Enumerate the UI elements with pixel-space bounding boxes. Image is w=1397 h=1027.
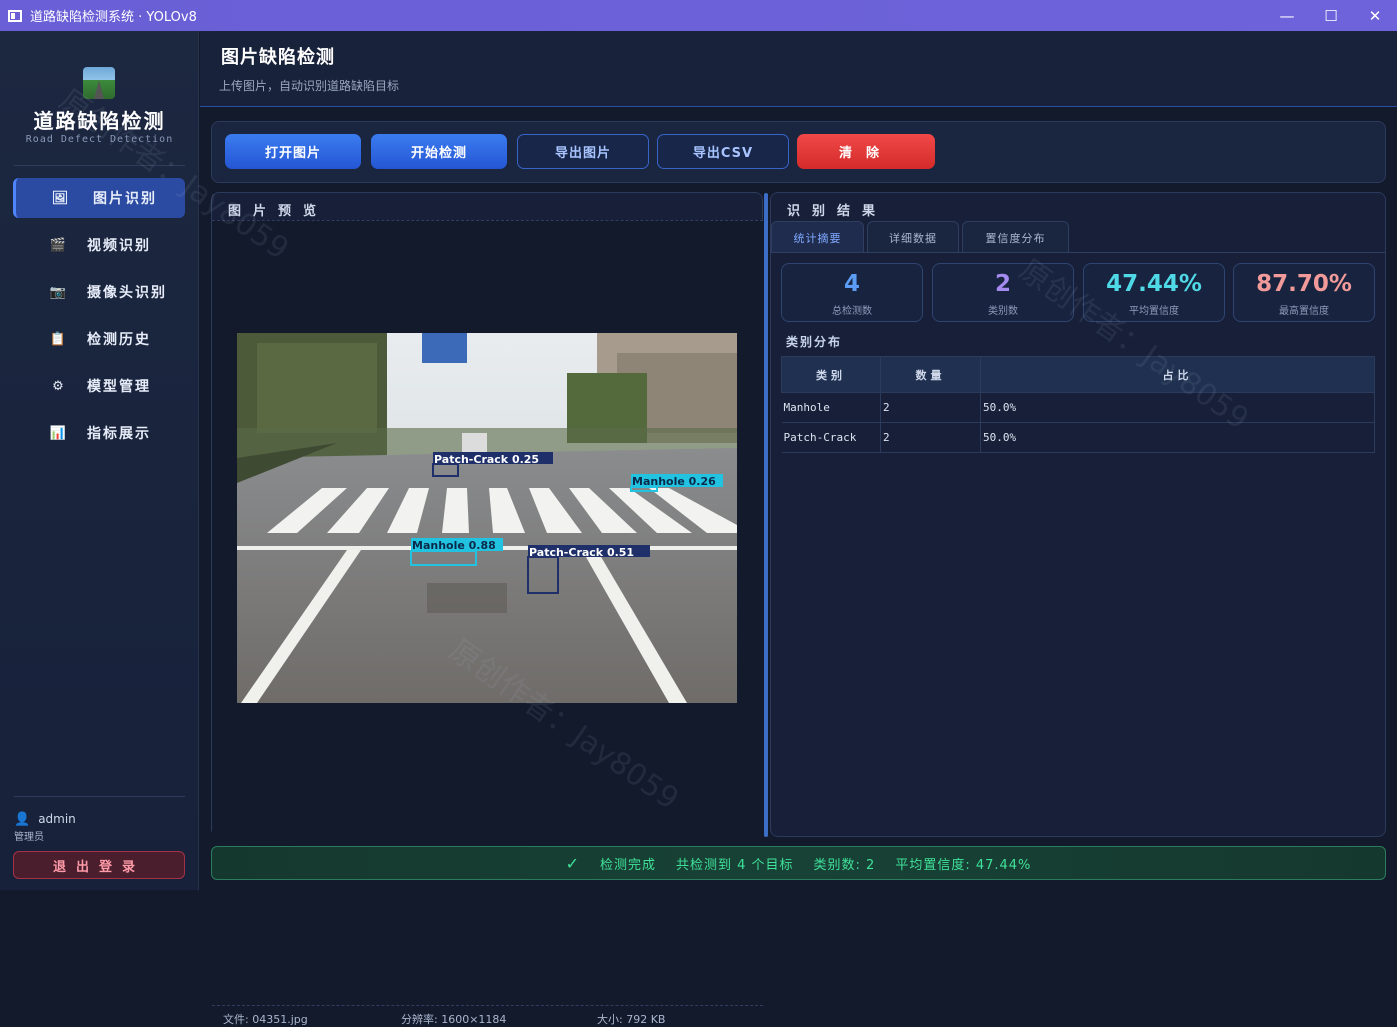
stat-card-total: 4 总检测数 [781,263,923,322]
page-subtitle: 上传图片，自动识别道路缺陷目标 [219,79,400,93]
sidebar-item-history[interactable]: 📋 检测历史 [13,319,185,359]
stat-label: 平均置信度 [1129,306,1179,317]
summary-tab-content: 4 总检测数 2 类别数 47.44% 平均置信度 87.70% 最高置信度 类… [771,252,1385,837]
sidebar-item-model-manage[interactable]: ⚙ 模型管理 [13,366,185,406]
user-role: 管理员 [14,832,44,843]
table-row[interactable]: Patch-Crack 2 50.0% [781,422,1375,453]
table-cell: Patch-Crack [781,422,881,453]
stat-value: 47.44% [1106,271,1202,297]
sidebar-item-label: 图片识别 [93,191,157,207]
results-panel: 识别结果 统计摘要 详细数据 置信度分布 4 总检测数 2 类别数 47.44%… [770,192,1386,837]
stat-label: 类别数 [988,306,1018,317]
app-icon [8,9,22,22]
table-cell: 50.0% [980,422,1375,453]
username: admin [38,812,76,826]
window-titlebar: 道路缺陷检测系统 · YOLOv8 — ☐ ✕ [0,0,1397,31]
sidebar: 道路缺陷检测 Road Defect Detection 🖼 图片识别 🎬 视频… [0,31,199,890]
results-title: 识别结果 [787,204,888,219]
tab-summary[interactable]: 统计摘要 [771,221,864,253]
stat-label: 最高置信度 [1279,306,1329,317]
table-cell: 2 [880,422,981,453]
panel-splitter[interactable] [764,193,768,837]
status-classes: 类别数: 2 [813,857,876,873]
table-cell: 2 [880,392,981,423]
sidebar-item-camera-detect[interactable]: 📷 摄像头识别 [13,272,185,312]
sidebar-item-label: 指标展示 [87,426,151,442]
detection-label: Patch-Crack 0.25 [434,453,539,466]
sidebar-item-label: 摄像头识别 [87,285,167,301]
preview-panel: 图片预览 Patch-Crack 0.25 Manhole 0.26 Manho… [211,192,763,1026]
close-button[interactable]: ✕ [1353,0,1397,31]
status-bar: ✓ 检测完成 共检测到 4 个目标 类别数: 2 平均置信度: 47.44% [211,846,1386,880]
window-title: 道路缺陷检测系统 · YOLOv8 [30,10,197,25]
open-image-button[interactable]: 打开图片 [225,134,361,169]
sidebar-item-video-detect[interactable]: 🎬 视频识别 [13,225,185,265]
file-resolution: 分辨率: 1600×1184 [401,1013,507,1026]
table-row[interactable]: Manhole 2 50.0% [781,392,1375,423]
detection-image[interactable]: Patch-Crack 0.25 Manhole 0.26 Manhole 0.… [237,333,737,703]
table-cell: Manhole [781,392,881,423]
tab-details[interactable]: 详细数据 [867,221,959,253]
minimize-button[interactable]: — [1265,0,1309,31]
sidebar-divider [14,796,185,797]
file-size: 大小: 792 KB [597,1013,666,1026]
status-total: 共检测到 4 个目标 [675,857,794,873]
clear-button[interactable]: 清除 [797,134,935,169]
status-done: 检测完成 [599,857,656,873]
preview-title: 图片预览 [228,204,329,219]
stat-card-classes: 2 类别数 [932,263,1074,322]
stat-card-avg-conf: 47.44% 平均置信度 [1083,263,1225,322]
sidebar-item-label: 检测历史 [87,332,151,348]
image-icon: 🖼 [51,190,71,206]
file-name: 文件: 04351.jpg [223,1013,308,1026]
sidebar-divider [14,165,185,166]
column-header: 类别 [781,356,881,393]
sidebar-item-metrics[interactable]: 📊 指标展示 [13,413,185,453]
sidebar-item-label: 视频识别 [87,238,151,254]
maximize-button[interactable]: ☐ [1309,0,1353,31]
detection-label: Patch-Crack 0.51 [529,546,634,559]
logout-button[interactable]: 退出登录 [13,851,185,879]
camera-icon: 📷 [49,284,69,300]
page-title: 图片缺陷检测 [221,47,335,68]
page-header: 图片缺陷检测 上传图片，自动识别道路缺陷目标 [200,31,1397,107]
stat-value: 4 [843,271,860,297]
start-detect-button[interactable]: 开始检测 [371,134,507,169]
export-image-button[interactable]: 导出图片 [517,134,649,169]
stat-value: 87.70% [1256,271,1352,297]
brand-subtitle: Road Defect Detection [25,134,174,145]
section-title: 类别分布 [786,335,843,349]
stat-value: 2 [994,271,1011,297]
sidebar-item-image-detect[interactable]: 🖼 图片识别 [13,178,185,218]
clipboard-icon: 📋 [49,331,69,347]
bar-chart-icon: 📊 [49,425,69,441]
gear-icon: ⚙ [52,378,66,394]
road-scene: Patch-Crack 0.25 Manhole 0.26 Manhole 0.… [237,333,737,703]
detection-label: Manhole 0.26 [632,475,716,488]
tab-confidence[interactable]: 置信度分布 [962,221,1069,253]
road-logo-icon [83,67,115,99]
table-cell: 50.0% [980,392,1375,423]
stat-card-max-conf: 87.70% 最高置信度 [1233,263,1375,322]
user-icon: 👤 [14,812,31,827]
status-avg-conf: 平均置信度: 47.44% [895,857,1032,873]
user-info: 👤 admin [14,812,76,827]
brand-title: 道路缺陷检测 [33,109,166,133]
detection-label: Manhole 0.88 [412,539,496,552]
class-distribution-table: 类别 数量 占比 Manhole 2 50.0% Patch-Crack 2 5… [781,356,1375,453]
sidebar-item-label: 模型管理 [87,379,151,395]
check-icon: ✓ [565,853,580,873]
column-header: 占比 [980,356,1375,393]
export-csv-button[interactable]: 导出CSV [657,134,789,169]
column-header: 数量 [880,356,981,393]
stat-label: 总检测数 [832,306,872,317]
clapper-icon: 🎬 [49,237,69,253]
toolbar: 打开图片 开始检测 导出图片 导出CSV 清除 [211,121,1386,183]
preview-area: Patch-Crack 0.25 Manhole 0.26 Manhole 0.… [212,220,763,1006]
